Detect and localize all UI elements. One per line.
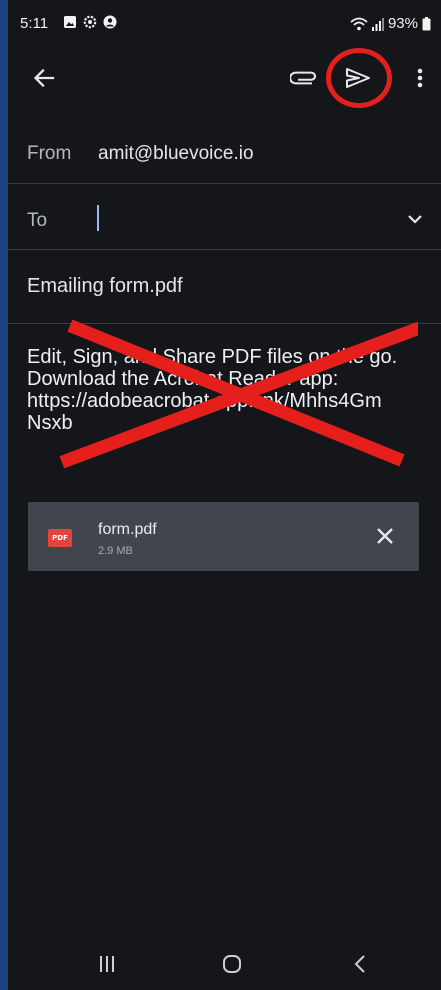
home-button[interactable] [217,952,247,976]
back-button[interactable] [26,60,62,96]
subject-field[interactable]: Emailing form.pdf [27,275,183,298]
body-line: https://adobeacrobat.app.link/Mhhs4Gm [27,390,382,412]
email-compose-screen: 5:11 93% From amit@bluevoice.io To Email… [8,0,441,990]
remove-attachment-button[interactable] [373,524,397,548]
more-options-button[interactable] [405,60,435,96]
subject-row[interactable]: Emailing form.pdf [8,249,441,324]
from-row[interactable]: From amit@bluevoice.io [8,123,441,184]
to-label: To [27,210,48,231]
recents-icon [100,956,114,972]
status-time: 5:11 [20,15,49,32]
status-bar: 5:11 93% [8,0,441,42]
image-icon [64,16,76,28]
more-vert-icon [417,68,423,88]
from-address[interactable]: amit@bluevoice.io [98,143,254,165]
attach-icon [290,71,317,85]
back-arrow-icon [33,68,55,88]
text-cursor [97,205,99,231]
body-line: Nsxb [27,412,73,434]
wifi-icon [350,17,368,30]
signal-icon [371,17,384,31]
body-line: Edit, Sign, and Share PDF files on the g… [27,346,398,368]
close-icon [377,528,393,544]
home-icon [223,955,241,973]
attachment-chip[interactable]: PDF form.pdf 2.9 MB [28,502,419,571]
compose-toolbar [8,50,441,106]
nav-back-button[interactable] [345,952,375,976]
send-button[interactable] [340,60,376,96]
send-icon [346,68,370,88]
battery-percentage: 93% [387,15,418,32]
battery-icon [422,16,431,30]
system-navigation-bar [8,940,441,990]
settings-icon [83,15,97,29]
attachment-size: 2.9 MB [98,545,133,557]
account-icon [103,15,117,29]
chevron-down-icon [408,215,422,224]
status-notification-icons [63,15,117,29]
recents-button[interactable] [92,952,122,976]
attach-button[interactable] [286,60,322,96]
attachment-name: form.pdf [98,521,157,538]
status-right-icons: 93% [350,15,431,32]
to-row: To [8,183,441,250]
chevron-left-icon [354,955,365,973]
from-label: From [27,143,72,164]
pdf-file-icon: PDF [48,529,72,547]
email-body[interactable]: Edit, Sign, and Share PDF files on the g… [27,346,432,434]
body-line: Download the Acrobat Reader app: [27,368,339,390]
expand-recipients-button[interactable] [403,207,427,231]
to-input[interactable] [96,203,380,235]
